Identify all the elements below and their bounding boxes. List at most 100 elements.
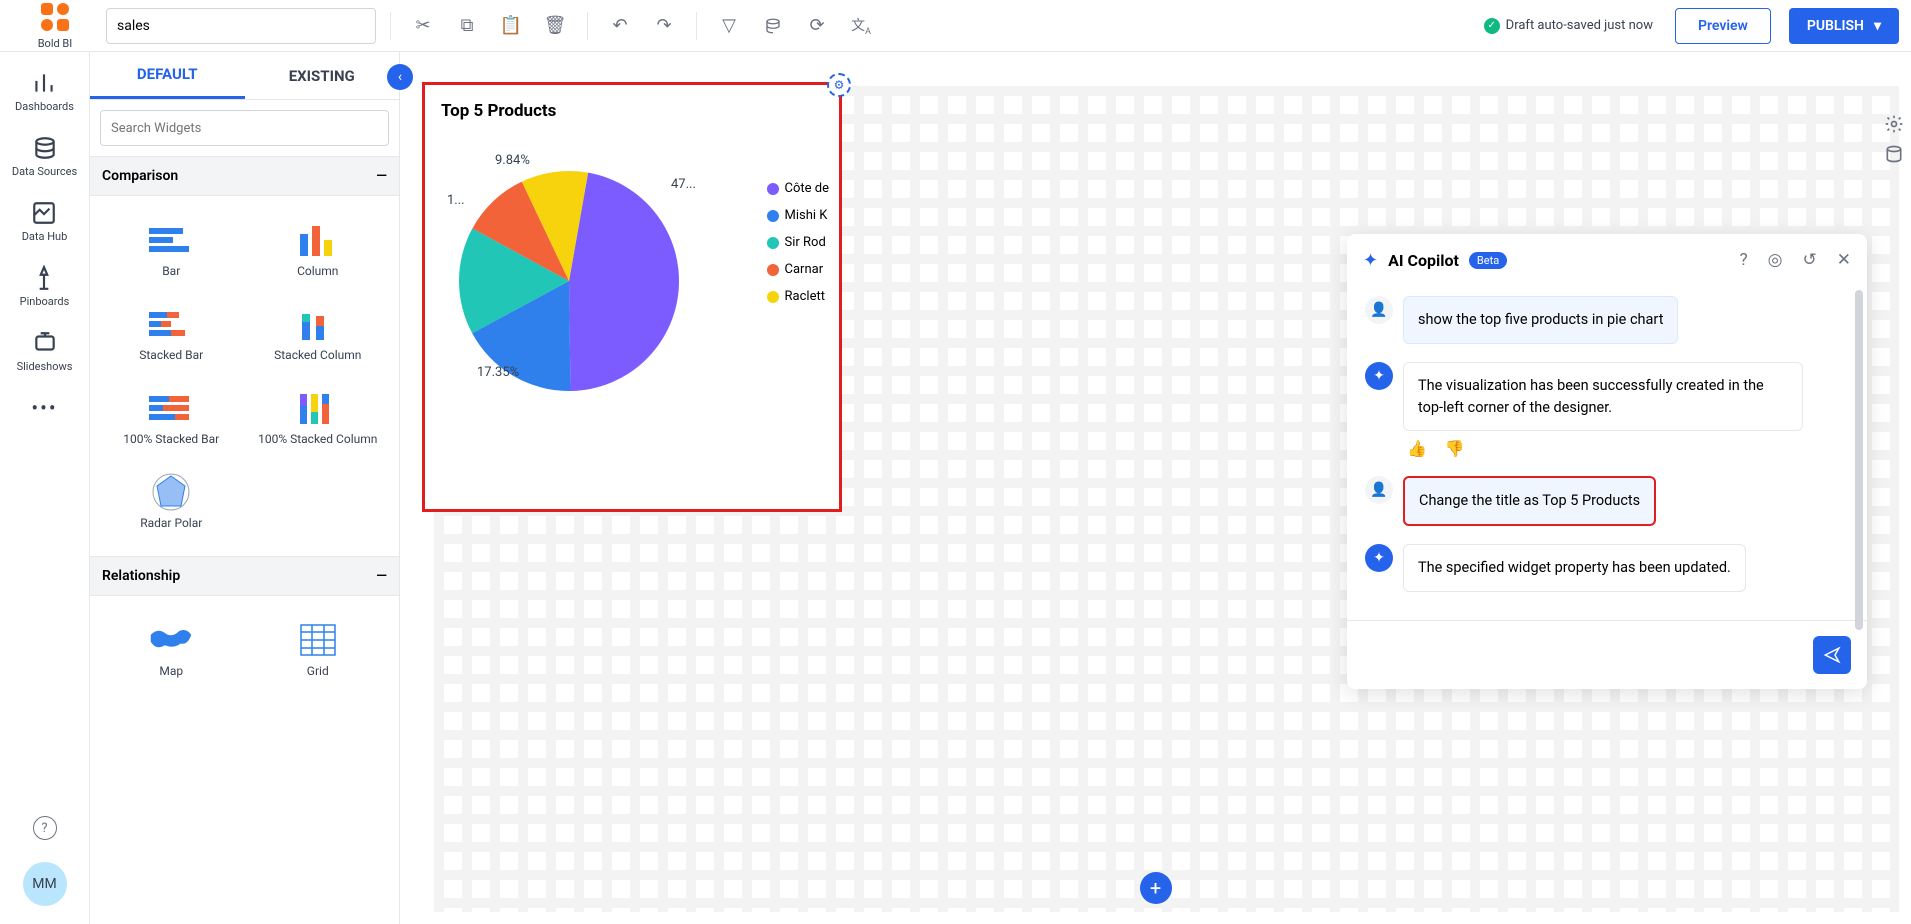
widget-grid[interactable]: Grid bbox=[245, 608, 392, 692]
nav-label: Pinboards bbox=[20, 295, 70, 308]
collapse-panel-button[interactable]: ‹ bbox=[387, 64, 413, 90]
nav-label: Dashboards bbox=[15, 100, 74, 113]
pie-value-label: 47... bbox=[671, 177, 696, 192]
avatar[interactable]: MM bbox=[23, 862, 67, 906]
logo-text: Bold BI bbox=[38, 37, 73, 50]
user-avatar-icon: 👤 bbox=[1365, 296, 1393, 324]
send-button[interactable] bbox=[1813, 636, 1851, 674]
data-icon[interactable] bbox=[755, 8, 791, 44]
pie-chart-widget[interactable]: ⚙ Top 5 Products 47... 17.35% 1... 9.84%… bbox=[422, 82, 842, 512]
legend-item: Mishi K bbox=[767, 208, 829, 223]
redo-icon[interactable]: ↷ bbox=[646, 8, 682, 44]
copilot-input[interactable] bbox=[1363, 633, 1803, 677]
nav-label: Data Sources bbox=[12, 165, 77, 178]
widget-map[interactable]: Map bbox=[98, 608, 245, 692]
bar-icon bbox=[149, 222, 193, 258]
thumbs-down-icon[interactable]: 👎 bbox=[1445, 439, 1465, 458]
send-icon bbox=[1823, 646, 1841, 664]
widget-label: Stacked Column bbox=[274, 348, 361, 362]
category-label: Comparison bbox=[102, 168, 178, 184]
ai-copilot-panel: ✦ AI Copilot Beta ? ◎ ↺ ✕ 👤 show the top… bbox=[1347, 234, 1867, 689]
nav-slideshows[interactable]: Slideshows bbox=[17, 330, 73, 373]
logo[interactable]: Bold BI bbox=[12, 1, 98, 50]
user-avatar-icon: 👤 bbox=[1365, 476, 1393, 504]
collapse-icon: — bbox=[376, 568, 387, 584]
scrollbar[interactable] bbox=[1855, 290, 1863, 630]
beta-badge: Beta bbox=[1469, 252, 1507, 269]
widget-label: Radar Polar bbox=[140, 516, 202, 530]
translate-icon[interactable]: 文A bbox=[843, 8, 879, 44]
separator bbox=[696, 12, 697, 40]
legend-item: Sir Rod bbox=[767, 235, 829, 250]
ai-message: The specified widget property has been u… bbox=[1403, 544, 1746, 592]
tab-default[interactable]: DEFAULT bbox=[90, 52, 245, 99]
widget-label: 100% Stacked Bar bbox=[123, 432, 219, 446]
widget-pct-stacked-bar[interactable]: 100% Stacked Bar bbox=[98, 376, 245, 460]
publish-label: PUBLISH bbox=[1807, 18, 1864, 34]
widget-stacked-column[interactable]: Stacked Column bbox=[245, 292, 392, 376]
tab-existing[interactable]: EXISTING bbox=[245, 52, 400, 99]
ai-message: The visualization has been successfully … bbox=[1403, 362, 1803, 432]
nav-data-sources[interactable]: Data Sources bbox=[12, 135, 77, 178]
dashboard-name-input[interactable] bbox=[106, 8, 376, 44]
slideshows-icon bbox=[32, 330, 58, 356]
widget-column[interactable]: Column bbox=[245, 208, 392, 292]
grid-icon bbox=[296, 622, 340, 658]
thumbs-up-icon[interactable]: 👍 bbox=[1407, 439, 1427, 458]
save-status: ✓ Draft auto-saved just now bbox=[1484, 18, 1653, 34]
widget-label: Bar bbox=[162, 264, 180, 278]
widget-settings-icon[interactable]: ⚙ bbox=[827, 73, 851, 97]
widget-label: Grid bbox=[307, 664, 329, 678]
search-widgets-input[interactable] bbox=[100, 110, 389, 146]
category-relationship[interactable]: Relationship — bbox=[90, 556, 399, 596]
add-widget-button[interactable]: + bbox=[1140, 872, 1172, 904]
data-hub-icon bbox=[31, 200, 57, 226]
nav-data-hub[interactable]: Data Hub bbox=[22, 200, 68, 243]
nav-pinboards[interactable]: Pinboards bbox=[20, 265, 70, 308]
pie-value-label: 1... bbox=[447, 193, 465, 208]
nav-more[interactable]: ••• bbox=[32, 395, 58, 421]
widget-radar-polar[interactable]: Radar Polar bbox=[98, 460, 245, 544]
ai-avatar-icon: ✦ bbox=[1365, 362, 1393, 390]
collapse-icon: — bbox=[376, 168, 387, 184]
widget-pct-stacked-column[interactable]: 100% Stacked Column bbox=[245, 376, 392, 460]
filter-icon[interactable]: ▽ bbox=[711, 8, 747, 44]
close-icon[interactable]: ✕ bbox=[1837, 250, 1851, 270]
gear-icon[interactable] bbox=[1884, 114, 1904, 134]
widget-label: Column bbox=[297, 264, 338, 278]
copy-icon[interactable]: ⧉ bbox=[449, 8, 485, 44]
widget-stacked-bar[interactable]: Stacked Bar bbox=[98, 292, 245, 376]
pie-value-label: 9.84% bbox=[495, 153, 530, 168]
chart-title: Top 5 Products bbox=[441, 101, 823, 121]
widget-bar[interactable]: Bar bbox=[98, 208, 245, 292]
pie-value-label: 17.35% bbox=[477, 365, 519, 380]
publish-button[interactable]: PUBLISH▾ bbox=[1789, 8, 1899, 44]
right-mini-rail bbox=[1877, 106, 1911, 164]
nav-dashboards[interactable]: Dashboards bbox=[15, 70, 74, 113]
database-icon[interactable] bbox=[1884, 144, 1904, 164]
sparkle-icon: ✦ bbox=[1363, 250, 1378, 271]
preview-button[interactable]: Preview bbox=[1675, 8, 1771, 44]
undo-icon[interactable]: ↶ bbox=[602, 8, 638, 44]
category-comparison[interactable]: Comparison — bbox=[90, 156, 399, 196]
pct-stacked-bar-icon bbox=[149, 390, 193, 426]
check-icon: ✓ bbox=[1484, 18, 1500, 34]
topbar: Bold BI ✂ ⧉ 📋 🗑 ↶ ↷ ▽ ⟳ 文A ✓ Draft auto-… bbox=[0, 0, 1911, 52]
pct-stacked-column-icon bbox=[296, 390, 340, 426]
help-icon[interactable]: ? bbox=[33, 816, 57, 840]
legend-item: Carnar bbox=[767, 262, 829, 277]
widget-label: Map bbox=[159, 664, 183, 678]
reset-icon[interactable]: ↺ bbox=[1803, 250, 1817, 270]
paste-icon[interactable]: 📋 bbox=[493, 8, 529, 44]
help-icon[interactable]: ? bbox=[1740, 250, 1748, 270]
target-icon[interactable]: ◎ bbox=[1768, 250, 1783, 270]
widget-tabs: DEFAULT EXISTING ‹ bbox=[90, 52, 399, 100]
delete-icon[interactable]: 🗑 bbox=[537, 8, 573, 44]
cut-icon[interactable]: ✂ bbox=[405, 8, 441, 44]
legend-item: Côte de bbox=[767, 181, 829, 196]
designer-canvas[interactable]: ⚙ Top 5 Products 47... 17.35% 1... 9.84%… bbox=[400, 52, 1911, 924]
widget-panel: DEFAULT EXISTING ‹ Comparison — Bar Colu… bbox=[90, 52, 400, 924]
user-message: show the top five products in pie chart bbox=[1403, 296, 1678, 344]
stacked-column-icon bbox=[296, 306, 340, 342]
refresh-icon[interactable]: ⟳ bbox=[799, 8, 835, 44]
